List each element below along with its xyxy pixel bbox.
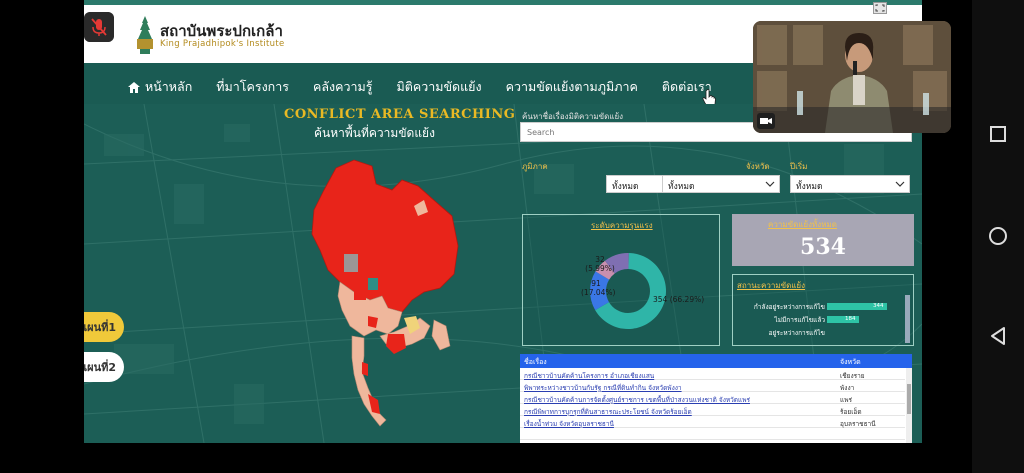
- province-select-value: ทั้งหมด: [668, 182, 695, 192]
- table-row: กรณีชาวบ้านคัดค้านโครงการ อำเภอเชียงแสน …: [520, 369, 905, 380]
- status-scrollbar[interactable]: [905, 295, 910, 343]
- menu-item-conflict-dimensions[interactable]: มิติความขัดแย้ง: [396, 77, 481, 97]
- menu-item-project-background[interactable]: ที่มาโครงการ: [216, 77, 289, 97]
- thailand-conflict-map[interactable]: [284, 150, 484, 430]
- column-header-title: ชื่อเรื่อง: [524, 358, 547, 366]
- region-label: ภูมิภาค: [522, 162, 548, 171]
- logo-name-english: King Prajadhipok's Institute: [160, 39, 285, 49]
- speaker-video-feed: [753, 21, 951, 133]
- total-conflicts-value: 534: [800, 234, 846, 260]
- row-title-link[interactable]: กรณีชาวบ้านคัดค้านโครงการ อำเภอเชียงแสน: [524, 371, 824, 381]
- android-navigation-bar: [972, 0, 1024, 473]
- row-province: เชียงราย: [840, 372, 865, 380]
- year-select[interactable]: ทั้งหมด: [790, 175, 910, 193]
- status-row: กำลังอยู่ระหว่างการแก้ไข 344: [733, 301, 915, 313]
- table-row: [520, 429, 905, 440]
- status-value: 344: [873, 303, 884, 309]
- kpi-emblem-icon: [137, 16, 153, 54]
- back-icon[interactable]: [984, 322, 1012, 350]
- menu-label: ที่มาโครงการ: [216, 79, 289, 94]
- conflict-area-title: CONFLICT AREA SEARCHING: [284, 107, 516, 122]
- map-1-button[interactable]: แผนที่1: [84, 312, 124, 342]
- total-conflicts-panel: ความขัดแย้งทั้งหมด 534: [732, 214, 914, 266]
- status-value: 184: [845, 316, 856, 322]
- donut-label-low: 32 (5.99%): [585, 255, 615, 273]
- conflict-status-panel: สถานะความขัดแย้ง กำลังอยู่ระหว่างการแก้ไ…: [732, 274, 914, 346]
- row-title-link[interactable]: เรื่องน้ำท่วม จังหวัดอุบลราชธานี: [524, 419, 824, 429]
- row-province: อุบลราชธานี: [840, 420, 876, 428]
- menu-label: คลังความรู้: [312, 79, 373, 94]
- total-conflicts-label: ความขัดแย้งทั้งหมด: [768, 220, 837, 229]
- table-scrollbar[interactable]: [906, 368, 912, 443]
- column-header-province: จังหวัด: [840, 358, 861, 366]
- screen-frame: สถาบันพระปกเกล้า King Prajadhipok's Inst…: [0, 0, 1024, 473]
- mic-muted-button[interactable]: [84, 12, 114, 42]
- menu-item-home[interactable]: หน้าหลัก: [128, 77, 192, 97]
- conflict-table: ชื่อเรื่อง จังหวัด กรณีชาวบ้านคัดค้านโคร…: [520, 354, 912, 443]
- menu-item-regional-conflicts[interactable]: ความขัดแย้งตามภูมิภาค: [506, 77, 638, 97]
- table-row: กรณีชาวบ้านคัดค้านการจัดตั้งศูนย์ราชการ …: [520, 393, 905, 404]
- status-label: อยู่ระหว่างการแก้ไข: [768, 329, 825, 337]
- conflict-area-subtitle: ค้นหาพื้นที่ความขัดแย้ง: [314, 126, 435, 140]
- row-title-link[interactable]: กรณีชาวบ้านคัดค้านการจัดตั้งศูนย์ราชการ …: [524, 395, 824, 405]
- recent-apps-icon[interactable]: [984, 120, 1012, 148]
- chevron-down-icon: [895, 181, 905, 187]
- table-header: ชื่อเรื่อง จังหวัด: [520, 354, 912, 368]
- province-label: จังหวัด: [746, 162, 770, 171]
- status-title: สถานะความขัดแย้ง: [737, 281, 806, 290]
- status-label: กำลังอยู่ระหว่างการแก้ไข: [753, 303, 825, 311]
- status-label: ไม่มีการแก้ไขแล้ว: [774, 316, 825, 324]
- province-select[interactable]: ทั้งหมด: [662, 175, 780, 193]
- menu-label: หน้าหลัก: [145, 79, 193, 94]
- donut-label-high: 354 (66.29%): [653, 295, 705, 304]
- menu-label: ความขัดแย้งตามภูมิภาค: [505, 79, 638, 94]
- region-select-value: ทั้งหมด: [612, 182, 639, 192]
- home-icon: [128, 81, 140, 93]
- menu-item-knowledge-base[interactable]: คลังความรู้: [313, 77, 372, 97]
- row-province: พังงา: [840, 384, 855, 392]
- home-button-icon[interactable]: [984, 222, 1012, 250]
- main-navigation: หน้าหลัก ที่มาโครงการ คลังความรู้ มิติคว…: [128, 76, 712, 98]
- map-2-button[interactable]: แผนที่2: [84, 352, 124, 382]
- status-row: อยู่ระหว่างการแก้ไข: [733, 327, 915, 339]
- row-title-link[interactable]: กรณีพิพาทการบุกรุกที่ดินสาธารณะประโยชน์ …: [524, 407, 824, 417]
- table-row: เรื่องน้ำท่วม จังหวัดอุบลราชธานี อุบลราช…: [520, 417, 905, 428]
- table-scrollbar-thumb[interactable]: [907, 384, 911, 414]
- severity-title: ระดับความรุนแรง: [591, 221, 653, 230]
- row-province: แพร่: [840, 396, 852, 404]
- year-label: ปีเริ่ม: [790, 162, 808, 171]
- severity-panel: ระดับความรุนแรง 354 (66.29%) 91 (17.04%)…: [522, 214, 720, 346]
- table-row: กรณีพิพาทการบุกรุกที่ดินสาธารณะประโยชน์ …: [520, 405, 905, 416]
- participant-video-tile[interactable]: [753, 21, 951, 133]
- year-select-value: ทั้งหมด: [796, 182, 823, 192]
- menu-label: มิติความขัดแย้ง: [396, 79, 482, 94]
- donut-label-medium: 91 (17.04%): [581, 279, 616, 297]
- row-province: ร้อยเอ็ด: [840, 408, 862, 416]
- row-title-link[interactable]: พิพาทระหว่างชาวบ้านกับรัฐ กรณีที่ดินทำกิ…: [524, 383, 824, 393]
- table-row: พิพาทระหว่างชาวบ้านกับรัฐ กรณีที่ดินทำกิ…: [520, 381, 905, 392]
- status-row: ไม่มีการแก้ไขแล้ว 184: [733, 314, 915, 326]
- video-camera-icon[interactable]: [757, 113, 775, 129]
- expand-icon[interactable]: [873, 2, 887, 14]
- chevron-down-icon: [765, 181, 775, 187]
